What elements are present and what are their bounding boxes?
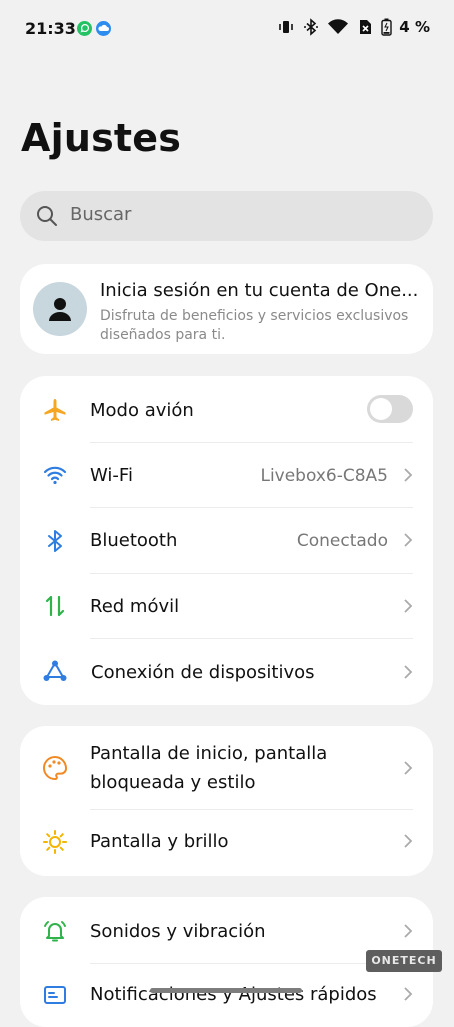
chevron-right-icon xyxy=(404,665,413,679)
user-icon xyxy=(49,298,71,321)
page-title: Ajustes xyxy=(21,116,182,160)
device-connection-label: Conexión de dispositivos xyxy=(91,662,315,683)
sound-vibration-label: Sonidos y vibración xyxy=(90,921,266,942)
mobile-data-icon xyxy=(45,595,65,617)
search-input[interactable]: Buscar xyxy=(70,204,131,225)
wifi-row[interactable]: Wi-Fi Livebox6-C8A5 xyxy=(20,443,433,507)
connectivity-group: Modo avión Wi-Fi Livebox6-C8A5 Bluetooth… xyxy=(20,376,433,705)
mobile-network-label: Red móvil xyxy=(90,596,180,617)
notifications-icon xyxy=(44,986,66,1004)
watermark-logo: ONETECH xyxy=(366,950,442,972)
airplane-mode-toggle[interactable] xyxy=(367,395,413,423)
bluetooth-row[interactable]: Bluetooth Conectado xyxy=(20,508,433,573)
notifications-row[interactable]: Notificaciones y Ajustes rápidos xyxy=(20,964,433,1027)
status-icons: 4 % xyxy=(277,18,430,36)
bluetooth-icon xyxy=(48,530,62,552)
airplane-mode-row[interactable]: Modo avión xyxy=(20,376,433,442)
home-lock-style-row[interactable]: Pantalla de inicio, pantalla bloqueada y… xyxy=(20,726,433,809)
no-sim-icon xyxy=(360,20,372,34)
account-subtitle: Disfruta de beneficios y servicios exclu… xyxy=(100,308,409,343)
display-group: Pantalla de inicio, pantalla bloqueada y… xyxy=(20,726,433,876)
brightness-icon xyxy=(43,830,67,854)
chevron-right-icon xyxy=(404,599,413,613)
toggle-knob xyxy=(370,398,392,420)
account-title: Inicia sesión en tu cuenta de One... xyxy=(100,280,419,301)
account-signin-card[interactable]: Inicia sesión en tu cuenta de One... Dis… xyxy=(20,264,433,354)
vibrate-icon xyxy=(279,21,294,33)
device-connection-icon xyxy=(43,660,67,681)
wifi-label: Wi-Fi xyxy=(90,465,133,486)
wifi-icon xyxy=(328,19,349,34)
device-connection-row[interactable]: Conexión de dispositivos xyxy=(20,639,433,705)
airplane-mode-label: Modo avión xyxy=(90,400,194,421)
bluetooth-icon xyxy=(304,18,319,36)
chevron-right-icon xyxy=(404,924,413,938)
bluetooth-status: Conectado xyxy=(296,531,388,551)
wifi-network-name: Livebox6-C8A5 xyxy=(260,466,388,486)
bluetooth-label: Bluetooth xyxy=(90,530,178,551)
chevron-right-icon xyxy=(404,834,413,848)
search-bar[interactable]: Buscar xyxy=(20,191,433,241)
chevron-right-icon xyxy=(404,533,413,547)
status-bar: 21:33 4 % xyxy=(0,0,454,58)
cloud-app-icon xyxy=(96,21,111,36)
battery-percentage: 4 % xyxy=(399,18,430,36)
battery-icon xyxy=(381,18,392,36)
gesture-navigation-handle[interactable] xyxy=(150,988,302,993)
wifi-icon xyxy=(43,466,67,485)
bell-icon xyxy=(44,921,66,942)
display-brightness-row[interactable]: Pantalla y brillo xyxy=(20,810,433,876)
chevron-right-icon xyxy=(404,468,413,482)
mobile-network-row[interactable]: Red móvil xyxy=(20,574,433,638)
avatar xyxy=(33,282,87,336)
home-lock-style-label-line2: bloqueada y estilo xyxy=(90,772,256,793)
chevron-right-icon xyxy=(404,761,413,775)
search-icon xyxy=(37,206,57,226)
status-time: 21:33 xyxy=(25,19,76,38)
home-lock-style-label-line1: Pantalla de inicio, pantalla xyxy=(90,743,328,764)
whatsapp-icon xyxy=(77,21,92,36)
palette-icon xyxy=(43,755,68,781)
display-brightness-label: Pantalla y brillo xyxy=(90,831,229,852)
airplane-icon xyxy=(44,399,66,421)
